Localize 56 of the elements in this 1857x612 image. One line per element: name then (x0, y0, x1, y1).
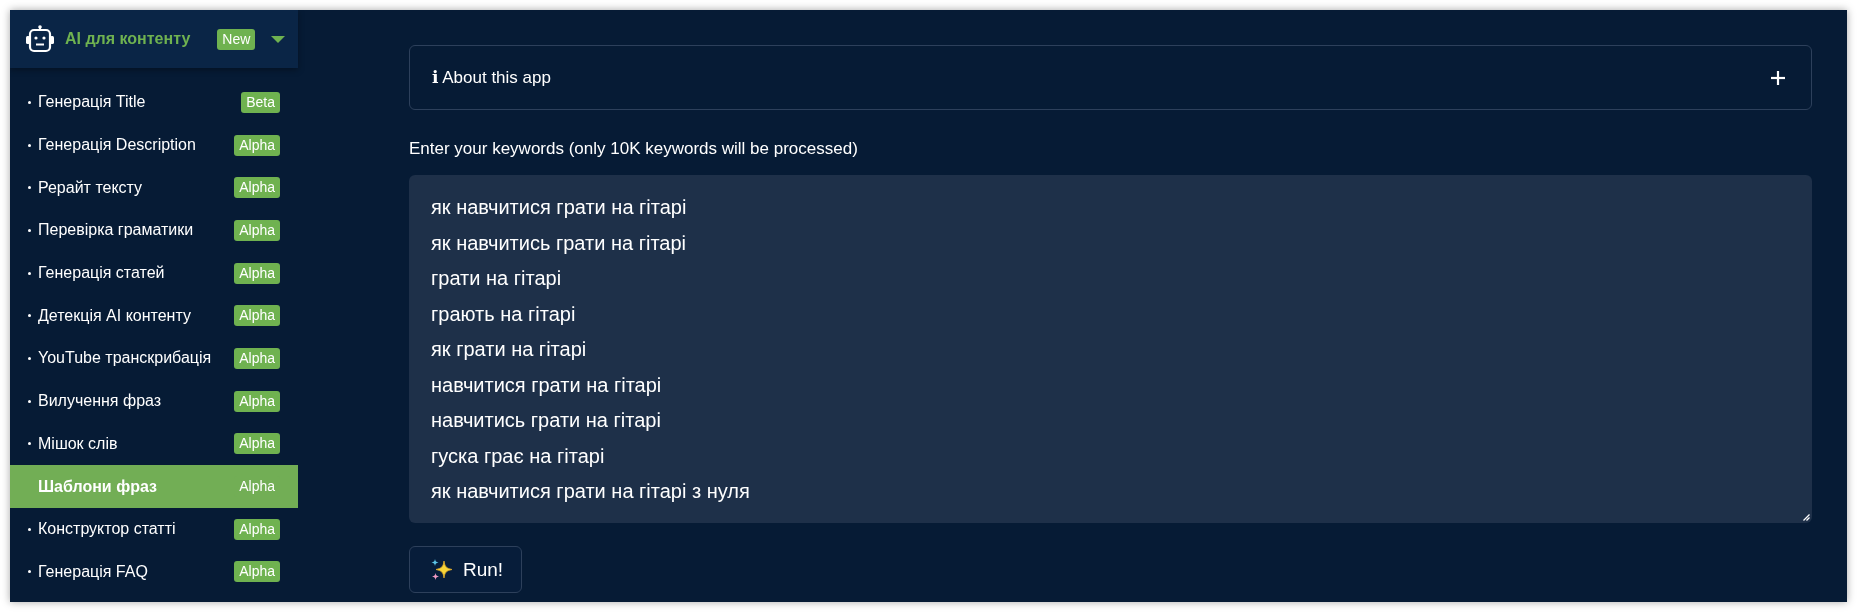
expand-icon (1771, 70, 1785, 85)
item-label: Шаблони фраз (38, 477, 158, 496)
status-badge: Alpha (234, 177, 280, 199)
status-badge: Alpha (234, 561, 280, 583)
sidebar-item[interactable]: Вилучення фраз Alpha (10, 379, 298, 423)
bullet-icon (28, 399, 31, 403)
sidebar-item[interactable]: Рерайт тексту Alpha (10, 166, 298, 210)
robot-icon (25, 25, 55, 53)
item-label: Генерація Description (38, 136, 197, 155)
sidebar-item[interactable]: Мішок слів Alpha (10, 422, 298, 466)
status-badge: Alpha (234, 518, 280, 540)
status-badge: Alpha (234, 305, 280, 327)
sidebar-item[interactable]: Генерація статей Alpha (10, 251, 298, 295)
sidebar-title: AI для контенту (65, 30, 191, 48)
item-label: Вилучення фраз (38, 392, 163, 411)
sidebar-item[interactable]: YouTube транскрибація Alpha (10, 337, 298, 380)
sidebar-item[interactable]: Генерація Title Beta (10, 81, 298, 124)
sidebar-item[interactable]: Перевірка граматики Alpha (10, 209, 298, 252)
new-badge: New (217, 28, 256, 50)
bullet-icon (28, 356, 31, 360)
bullet-icon (28, 100, 31, 104)
bullet-icon (28, 143, 31, 147)
sidebar-item[interactable]: Генерація Description Alpha (10, 123, 298, 167)
item-label: Рерайт тексту (38, 178, 144, 197)
item-label: Мішок слів (38, 434, 119, 453)
sidebar-item[interactable]: Генерація FAQ Alpha (10, 550, 298, 594)
bullet-icon (28, 570, 31, 574)
bullet-icon (28, 442, 31, 446)
bullet-icon (28, 228, 31, 232)
bullet-icon (28, 271, 31, 275)
item-label: Генерація FAQ (38, 562, 149, 581)
resize-handle-icon (1803, 514, 1810, 521)
item-label: Генерація статей (38, 264, 166, 283)
bullet-icon (28, 314, 31, 318)
item-label: Конструктор статті (38, 520, 177, 539)
sidebar-header[interactable]: AI для контенту New (10, 10, 298, 68)
status-badge: Alpha (234, 390, 280, 412)
item-label: YouTube транскрибація (38, 349, 213, 368)
sidebar-item[interactable]: Конструктор статті Alpha (10, 507, 298, 551)
item-label: Перевірка граматики (38, 221, 195, 240)
expander-label: ℹ About this app (432, 67, 551, 88)
status-badge: Alpha (234, 433, 280, 455)
run-button[interactable]: Run! (409, 546, 523, 593)
status-badge: Alpha (234, 219, 280, 241)
keywords-field[interactable]: як навчитися грати на гітарі як навчитись грати на гітарі грати на гітарі грають на гітарі як грати на гітарі навчитися грати на гітарі навчитись грати на гітарі гуска грає на гітарі як навчитися грати на гітарі з нуля (409, 175, 1812, 523)
sidebar-item[interactable]: Детекція AI контенту Alpha (10, 294, 298, 338)
field-label: Enter your keywords (only 10K keywords will be processed) (409, 139, 858, 159)
status-badge: Alpha (234, 134, 280, 156)
bullet-icon (28, 186, 31, 190)
item-label: Детекція AI контенту (38, 306, 192, 325)
about-expander[interactable]: ℹ About this app (409, 45, 1812, 110)
status-badge: Beta (241, 91, 280, 113)
bullet-icon (28, 527, 31, 531)
item-label: Генерація Title (38, 93, 147, 112)
status-badge: Alpha (234, 262, 280, 284)
status-badge: Alpha (234, 347, 280, 369)
